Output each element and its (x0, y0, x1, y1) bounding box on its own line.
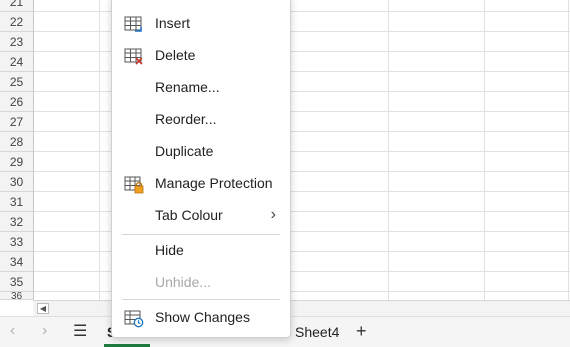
menu-item-label: Rename... (155, 79, 220, 95)
row-number[interactable]: 33 (0, 232, 33, 252)
delete-table-icon (124, 46, 144, 65)
add-sheet-icon[interactable]: + (356, 322, 367, 340)
row-number[interactable]: 28 (0, 132, 33, 152)
menu-item-label: Hide (155, 242, 184, 258)
menu-item-label: Unhide... (155, 274, 212, 290)
menu-item-insert[interactable]: Insert (112, 8, 290, 38)
grid-line (484, 0, 485, 300)
all-sheets-menu-icon[interactable]: ☰ (73, 324, 87, 340)
row-number[interactable]: 36 (0, 292, 33, 300)
menu-item-label: Show Changes (155, 309, 250, 325)
grid-line (568, 0, 569, 300)
row-number[interactable]: 30 (0, 172, 33, 192)
menu-item-delete[interactable]: Delete (112, 40, 290, 70)
menu-item-label: Reorder... (155, 111, 217, 127)
row-number[interactable]: 26 (0, 92, 33, 112)
row-number[interactable]: 27 (0, 112, 33, 132)
tab-sheet4[interactable]: Sheet4 (295, 317, 339, 347)
menu-item-label: Insert (155, 15, 191, 31)
row-number[interactable]: 25 (0, 72, 33, 92)
row-number[interactable]: 21 (0, 0, 33, 12)
chevron-right-icon: › (270, 206, 276, 223)
menu-item-rename[interactable]: Rename... (112, 72, 290, 102)
next-sheet-icon[interactable]: › (42, 323, 47, 339)
row-number[interactable]: 31 (0, 192, 33, 212)
insert-table-icon (124, 14, 144, 32)
menu-separator (122, 299, 280, 300)
menu-item-label: Manage Protection (155, 175, 273, 191)
protect-sheet-icon (124, 174, 144, 194)
row-number[interactable]: 34 (0, 252, 33, 272)
menu-item-show-changes[interactable]: Show Changes (112, 302, 290, 332)
menu-item-duplicate[interactable]: Duplicate (112, 136, 290, 166)
row-header: 21 22 23 24 25 26 27 28 29 30 31 32 33 3… (0, 0, 34, 300)
menu-item-label: Delete (155, 47, 196, 63)
row-number[interactable]: 24 (0, 52, 33, 72)
menu-item-manage-protection[interactable]: Manage Protection (112, 168, 290, 198)
grid-line (388, 0, 389, 300)
scroll-left-icon[interactable]: ◀ (37, 303, 49, 314)
row-number[interactable]: 22 (0, 12, 33, 32)
show-changes-icon (124, 308, 144, 328)
row-number[interactable]: 32 (0, 212, 33, 232)
row-number[interactable]: 29 (0, 152, 33, 172)
menu-item-unhide: Unhide... (112, 267, 290, 297)
menu-item-hide[interactable]: Hide (112, 235, 290, 265)
menu-item-label: Duplicate (155, 143, 214, 159)
menu-item-reorder[interactable]: Reorder... (112, 104, 290, 134)
previous-sheet-icon[interactable]: ‹ (10, 323, 15, 339)
sheet-context-menu: Insert Delete Rename... Reorder... Dupli… (111, 0, 291, 338)
row-number[interactable]: 23 (0, 32, 33, 52)
grid-line (99, 0, 100, 300)
row-number[interactable]: 35 (0, 272, 33, 292)
menu-item-tab-colour[interactable]: Tab Colour › (112, 200, 290, 230)
menu-item-label: Tab Colour (155, 207, 223, 223)
